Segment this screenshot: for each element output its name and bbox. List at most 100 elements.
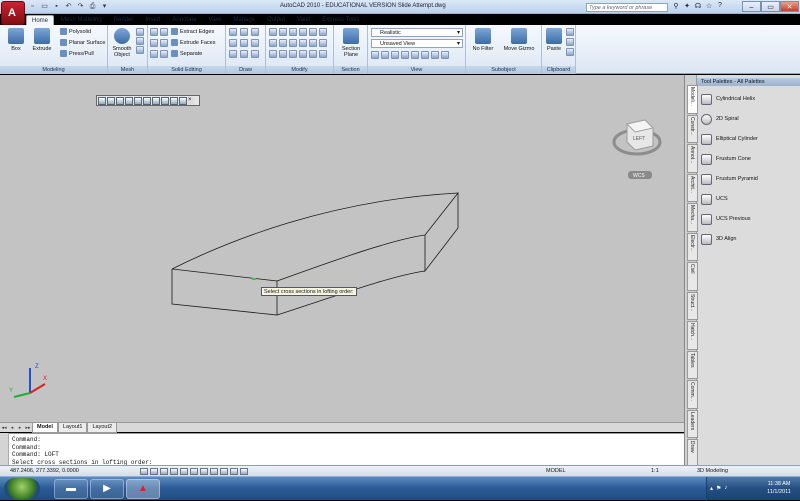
toolbar-tool-icon[interactable] bbox=[134, 97, 142, 105]
palette-tab[interactable]: Leaders bbox=[687, 409, 698, 438]
taskbar-media-button[interactable]: ▶ bbox=[90, 479, 124, 499]
visual-style-dropdown[interactable]: Realistic bbox=[371, 28, 463, 37]
save-icon[interactable]: ▪ bbox=[52, 2, 61, 11]
array-icon[interactable] bbox=[289, 39, 297, 47]
no-filter-button[interactable]: No Filter bbox=[469, 28, 497, 52]
palette-tab[interactable]: Annot... bbox=[687, 144, 698, 173]
toolbar-tool-icon[interactable] bbox=[161, 97, 169, 105]
palette-tab[interactable]: Comm... bbox=[687, 380, 698, 409]
separate-button[interactable]: Separate bbox=[171, 50, 202, 58]
minimize-button[interactable]: – bbox=[742, 1, 761, 12]
align-icon[interactable] bbox=[269, 50, 277, 58]
3d-move-icon[interactable] bbox=[279, 50, 287, 58]
polysolid-button[interactable]: Polysolid bbox=[60, 28, 91, 36]
3d-mirror-icon[interactable] bbox=[299, 50, 307, 58]
quick-properties-toggle-icon[interactable] bbox=[240, 468, 248, 475]
toolbar-tool-icon[interactable] bbox=[125, 97, 133, 105]
offset-icon[interactable] bbox=[319, 39, 327, 47]
palette-tab[interactable]: Mecha... bbox=[687, 203, 698, 232]
ortho-toggle-icon[interactable] bbox=[160, 468, 168, 475]
search-input[interactable]: Type a keyword or phrase bbox=[586, 3, 668, 12]
toolbar-tool-icon[interactable] bbox=[179, 97, 187, 105]
annotation-scale[interactable]: 1:1 bbox=[651, 468, 659, 474]
toolbar-tool-icon[interactable] bbox=[98, 97, 106, 105]
stretch-icon[interactable] bbox=[269, 39, 277, 47]
palette-tab[interactable]: Tables bbox=[687, 350, 698, 379]
toolbar-tool-icon[interactable] bbox=[152, 97, 160, 105]
close-button[interactable]: ✕ bbox=[780, 1, 799, 12]
view-tool-icon[interactable] bbox=[421, 51, 429, 59]
model-space-toggle[interactable]: MODEL bbox=[546, 468, 566, 474]
mesh-tool-icon[interactable] bbox=[136, 46, 144, 54]
subtract-icon[interactable] bbox=[160, 28, 168, 36]
maximize-button[interactable]: ▭ bbox=[761, 1, 780, 12]
start-button[interactable] bbox=[4, 478, 40, 500]
copy-clip-icon[interactable] bbox=[566, 38, 574, 46]
line-icon[interactable] bbox=[229, 28, 237, 36]
communication-icon[interactable]: ☊ bbox=[694, 2, 702, 10]
spline-icon[interactable] bbox=[229, 50, 237, 58]
slice-icon[interactable] bbox=[160, 39, 168, 47]
ribbon-tab-annotate[interactable]: Annotate bbox=[167, 15, 201, 25]
layout-tab-model[interactable]: Model bbox=[32, 422, 58, 433]
toolbar-tool-icon[interactable] bbox=[116, 97, 124, 105]
palette-item-frustum-pyramid[interactable]: Frustum Pyramid bbox=[701, 169, 800, 189]
polyline-icon[interactable] bbox=[240, 28, 248, 36]
ribbon-tab-insert[interactable]: Insert bbox=[140, 15, 165, 25]
qat-dropdown-icon[interactable]: ▾ bbox=[100, 2, 109, 11]
union-icon[interactable] bbox=[150, 28, 158, 36]
palette-item-3d-align[interactable]: 3D Align bbox=[701, 229, 800, 249]
open-icon[interactable]: ▭ bbox=[40, 2, 49, 11]
extrude-button[interactable]: Extrude bbox=[29, 28, 55, 52]
paste-button[interactable]: Paste bbox=[543, 28, 565, 52]
view-tool-icon[interactable] bbox=[411, 51, 419, 59]
mesh-tool-icon[interactable] bbox=[136, 28, 144, 36]
smooth-object-button[interactable]: Smooth Object bbox=[110, 28, 134, 58]
named-view-dropdown[interactable]: Unsaved View bbox=[371, 39, 463, 48]
scale-icon[interactable] bbox=[279, 39, 287, 47]
rectangle-icon[interactable] bbox=[240, 39, 248, 47]
copy-icon[interactable] bbox=[299, 28, 307, 36]
ribbon-tab-home[interactable]: Home bbox=[26, 15, 55, 25]
ribbon-tab-manage[interactable]: Manage bbox=[228, 15, 260, 25]
snap-toggle-icon[interactable] bbox=[140, 468, 148, 475]
search-icon[interactable]: ⚲ bbox=[672, 2, 680, 10]
view-tool-icon[interactable] bbox=[431, 51, 439, 59]
layout-tab-layout1[interactable]: Layout1 bbox=[57, 422, 88, 433]
move-gizmo-button[interactable]: Move Gizmo bbox=[500, 28, 538, 52]
rotate-icon[interactable] bbox=[279, 28, 287, 36]
box-button[interactable]: Box bbox=[3, 28, 29, 52]
extract-edges-button[interactable]: Extract Edges bbox=[171, 28, 214, 36]
planar-surface-button[interactable]: Planar Surface bbox=[60, 39, 105, 47]
palette-tab[interactable]: Civil bbox=[687, 262, 698, 291]
subobject-panel-title[interactable]: Subobject bbox=[466, 66, 541, 74]
section-plane-button[interactable]: Section Plane bbox=[337, 28, 365, 58]
toolbar-tool-icon[interactable] bbox=[143, 97, 151, 105]
view-tool-icon[interactable] bbox=[381, 51, 389, 59]
mirror-icon[interactable] bbox=[309, 28, 317, 36]
first-tab-arrow-icon[interactable]: ◂◂ bbox=[0, 425, 8, 431]
modify-panel-title[interactable]: Modify bbox=[266, 66, 333, 74]
dyn-toggle-icon[interactable] bbox=[220, 468, 228, 475]
palette-item-ucs-previous[interactable]: UCS Previous bbox=[701, 209, 800, 229]
grid-toggle-icon[interactable] bbox=[150, 468, 158, 475]
next-tab-arrow-icon[interactable]: ▸ bbox=[16, 425, 24, 431]
explode-icon[interactable] bbox=[309, 39, 317, 47]
view-tool-icon[interactable] bbox=[391, 51, 399, 59]
intersect-icon[interactable] bbox=[150, 39, 158, 47]
palette-tab[interactable]: Hatch... bbox=[687, 321, 698, 350]
drawing-viewport[interactable]: LEFT WCS Z X Y bbox=[0, 75, 684, 422]
hatch-icon[interactable] bbox=[251, 39, 259, 47]
press-pull-button[interactable]: Press/Pull bbox=[60, 50, 94, 58]
ribbon-tab-express-tools[interactable]: Express Tools bbox=[317, 15, 364, 25]
extrude-faces-button[interactable]: Extrude Faces bbox=[171, 39, 215, 47]
coordinate-readout[interactable]: 487.2406, 277.3392, 0.0000 bbox=[10, 468, 79, 474]
mesh-tool-icon[interactable] bbox=[136, 37, 144, 45]
palette-tab[interactable]: Electr... bbox=[687, 232, 698, 261]
mesh-panel-title[interactable]: Mesh bbox=[108, 66, 147, 74]
3d-osnap-toggle-icon[interactable] bbox=[190, 468, 198, 475]
polar-toggle-icon[interactable] bbox=[170, 468, 178, 475]
section-panel-title[interactable]: Section bbox=[334, 66, 367, 74]
view-tool-icon[interactable] bbox=[441, 51, 449, 59]
palette-tab[interactable]: Draw bbox=[687, 439, 698, 468]
